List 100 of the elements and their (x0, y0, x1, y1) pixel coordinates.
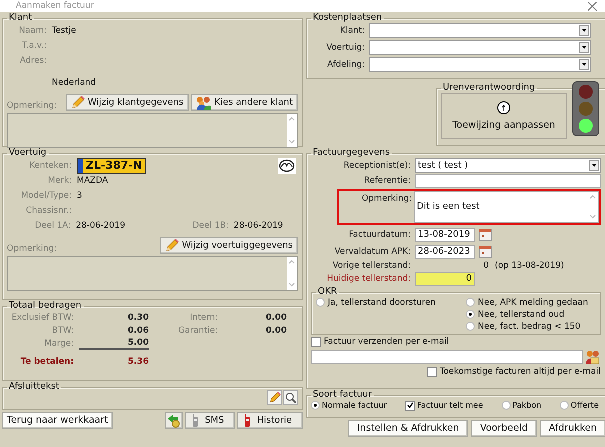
group-title: Totaal bedragen (8, 301, 83, 311)
field-label: Opmerking: (360, 193, 413, 204)
remark-field[interactable] (7, 256, 298, 291)
radio-option[interactable]: Offerte (560, 400, 599, 411)
edit-icon[interactable] (267, 390, 282, 405)
field-label: Huidige tellerstand: (326, 274, 412, 284)
meter-field[interactable]: 0 (415, 272, 475, 286)
field-label: Adres: (19, 56, 48, 66)
amount-value: 0.00 (265, 326, 287, 336)
group-title: OKR (317, 287, 338, 297)
calendar-icon[interactable] (477, 227, 493, 243)
field-label: Model/Type: (20, 190, 73, 200)
radio-option[interactable]: Nee, fact. bedrag < 150 (466, 321, 596, 332)
calendar-icon[interactable] (477, 244, 493, 260)
field-label: Deel 1A: (34, 220, 72, 230)
date-field[interactable]: 28-06-2023 (415, 245, 475, 259)
field-label: Vorige tellerstand: (332, 261, 412, 271)
radio-option[interactable]: Nee, tellerstand oud (466, 309, 596, 320)
group-title: Urenverantwoording (442, 83, 536, 93)
reference-field[interactable] (415, 174, 601, 188)
amount-label: Garantie: (177, 326, 220, 336)
field-label: Chassisnr.: (25, 206, 73, 216)
arrow-circle-icon (497, 101, 511, 115)
field-label: Naam: (18, 26, 48, 36)
remark-field[interactable] (7, 113, 298, 148)
print-button[interactable]: Voorbeeld (471, 420, 537, 437)
field-label: Kenteken: (28, 160, 73, 170)
field-label: Factuurdatum: (348, 230, 412, 240)
remark-field[interactable]: Dit is een test (414, 191, 599, 223)
print-button[interactable]: Instellen & Afdrukken (348, 420, 468, 437)
amount-label: Exclusief BTW: (10, 312, 75, 322)
scroll-down-icon[interactable] (590, 215, 596, 219)
amount-value: 0.06 (127, 326, 149, 336)
radio-option[interactable]: Nee, APK melding gedaan (466, 297, 596, 308)
amount-value: 0.30 (127, 312, 149, 322)
dropdown-field[interactable] (369, 40, 591, 55)
scroll-up-icon[interactable] (289, 117, 295, 121)
back-button[interactable]: Terug naar werkkaart (2, 412, 114, 429)
dropdown-arrow-icon (592, 164, 596, 167)
field-label: Deel 1B: (192, 220, 230, 230)
radio-option[interactable]: Normale factuur (311, 400, 388, 411)
field-label: Vervaldatum APK: (334, 247, 412, 257)
scroll-up-icon[interactable] (590, 195, 596, 199)
action-button[interactable]: Wijzig klantgegevens (66, 94, 189, 111)
scroll-down-icon[interactable] (289, 283, 295, 287)
checkbox-option[interactable]: Toekomstige facturen altijd per e-mail (311, 366, 601, 377)
dropdown-arrow-icon (582, 29, 586, 32)
phone-icon (244, 414, 252, 427)
pencil-icon (70, 96, 85, 110)
total-label: Te betalen: (20, 356, 75, 366)
field-value: 3 (77, 190, 82, 200)
date-field[interactable]: 13-08-2019 (415, 228, 475, 242)
checkbox-option[interactable]: Factuur telt mee (405, 400, 484, 411)
search-icon[interactable] (283, 390, 298, 405)
field-value: (op 13-08-2019) (494, 261, 564, 271)
people-icon (196, 96, 212, 110)
amount-label: Intern: (189, 312, 220, 322)
field-value: 28-06-2019 (234, 220, 284, 230)
group-title: Kostenplaatsen (312, 13, 384, 23)
field-label: Voertuig: (326, 42, 366, 52)
group-title: Voertuig (8, 148, 48, 158)
group-title: Klant (8, 13, 34, 23)
field-label: Referentie: (363, 176, 412, 186)
amount-label: BTW: (51, 326, 75, 336)
close-icon[interactable] (588, 2, 597, 10)
scroll-up-icon[interactable] (289, 260, 295, 264)
field-label: Merk: (47, 176, 73, 186)
field-value: Testje (52, 26, 76, 36)
field-value: 0 (482, 261, 489, 271)
checkbox-option[interactable]: Factuur verzenden per e-mail (311, 336, 601, 347)
field-label: Klant: (339, 26, 366, 36)
phone-button[interactable]: Historie (237, 412, 303, 429)
amount-value: 0.00 (265, 312, 287, 322)
car-brand-logo-icon (278, 158, 296, 174)
group-title: Soort factuur (312, 390, 374, 400)
amount-label: Marge: (44, 338, 75, 348)
group-title: Afsluittekst (8, 382, 60, 392)
total-value: 5.36 (127, 356, 149, 366)
radio-option[interactable]: Ja, tellerstand doorsturen (316, 297, 466, 308)
print-button[interactable]: Afdrukken (540, 420, 605, 437)
scroll-down-icon[interactable] (289, 140, 295, 144)
field-value: Nederland (52, 78, 96, 88)
field-value: 28-06-2019 (76, 220, 126, 230)
email-field[interactable] (311, 350, 583, 364)
field-label: Afdeling: (326, 60, 366, 70)
radio-option[interactable]: Pakbon (502, 400, 542, 411)
dropdown-field[interactable] (369, 23, 591, 38)
phone-button[interactable]: SMS (185, 412, 236, 429)
window-title: Aanmaken factuur (16, 1, 94, 11)
field-label: Opmerking: (7, 101, 58, 111)
contacts-icon[interactable] (585, 349, 601, 365)
assignment-button[interactable]: Toewijzing aanpassen (441, 93, 567, 139)
group-title: Factuurgegevens (312, 148, 392, 158)
dropdown-field[interactable] (369, 57, 591, 72)
receptionist-dropdown[interactable]: test ( test ) (415, 158, 601, 173)
field-label: T.a.v.: (21, 40, 48, 50)
edit-vehicle-button[interactable]: Wijzig voertuiggegevens (160, 237, 298, 254)
field-label: Receptionist(e): (342, 160, 412, 170)
field-value: MAZDA (77, 176, 108, 186)
action-button[interactable]: Kies andere klant (190, 94, 298, 111)
